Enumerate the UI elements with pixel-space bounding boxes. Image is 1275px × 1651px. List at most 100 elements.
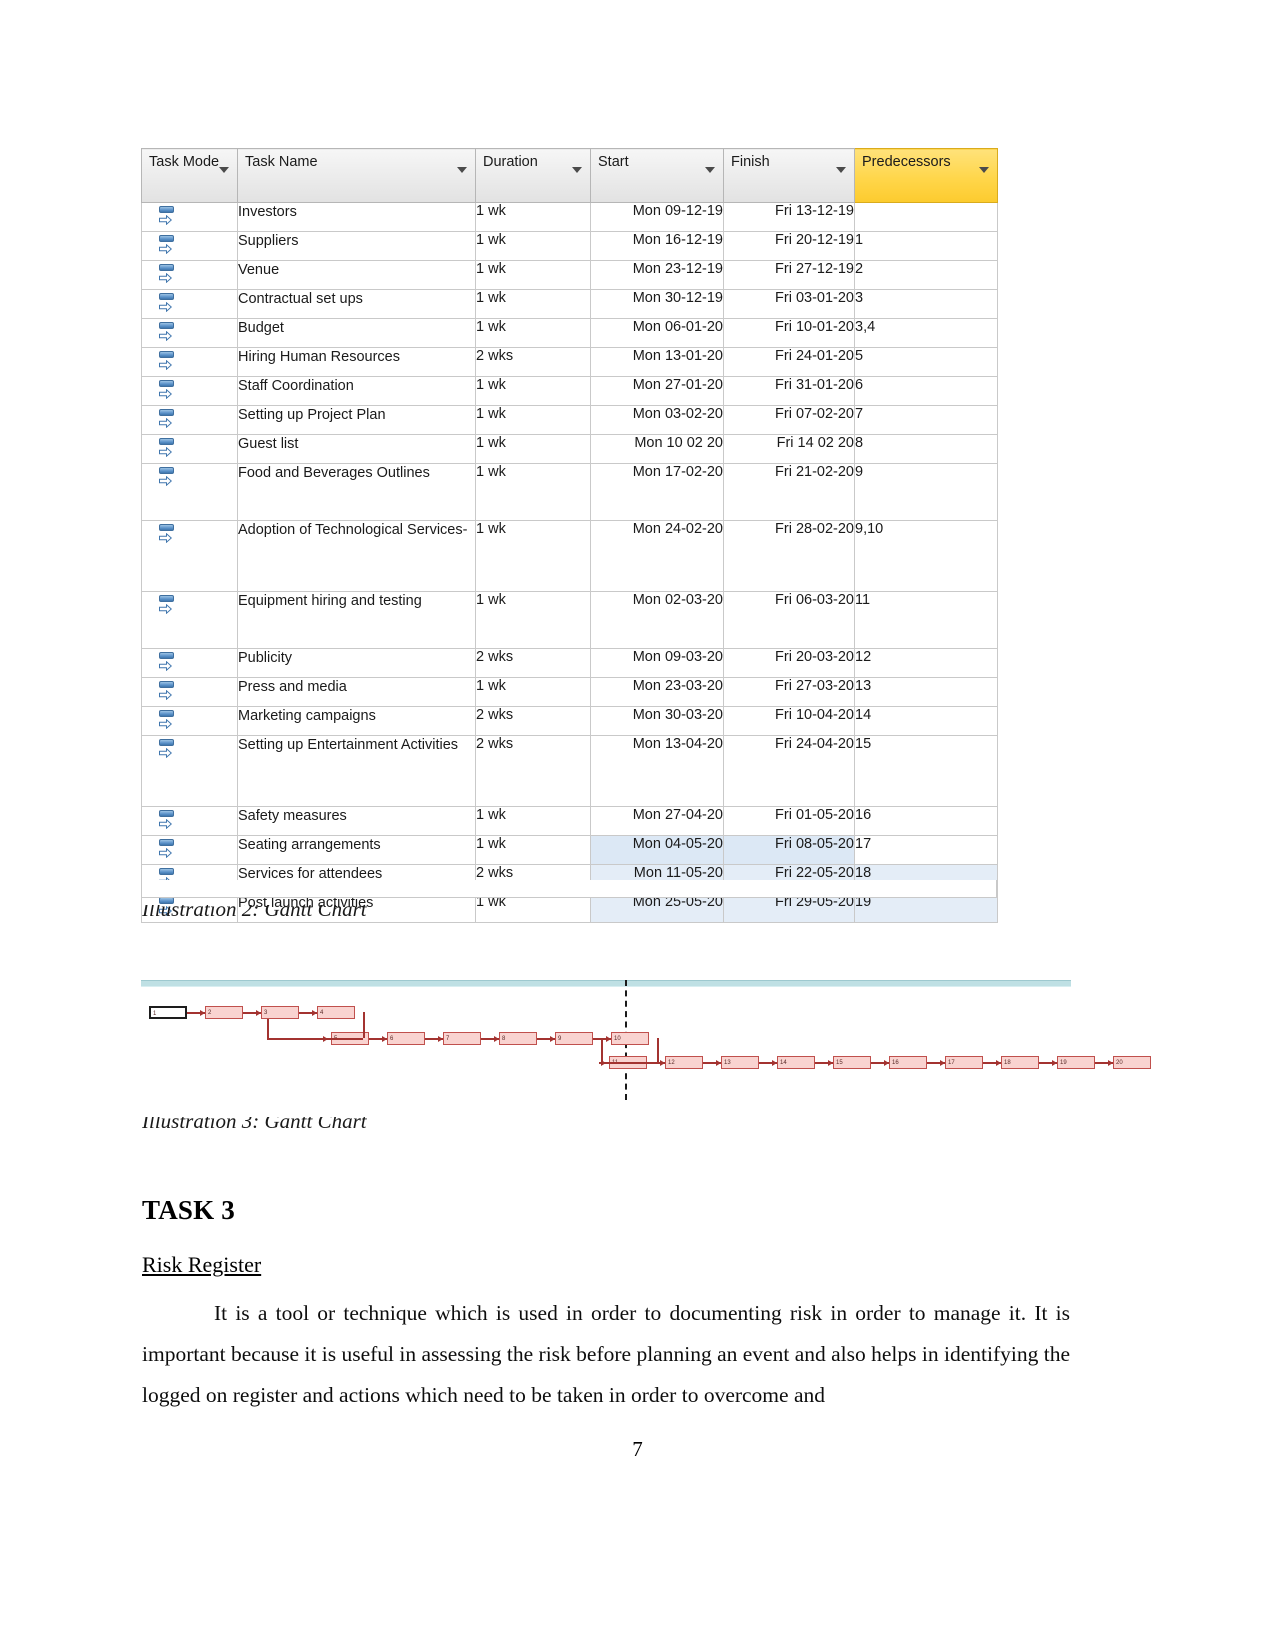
table-row[interactable]: Publicity 2 wks Mon 09-03-20 Fri 20-03-20 12 xyxy=(141,648,998,678)
cell-duration[interactable]: 1 wk xyxy=(475,289,591,319)
cell-predecessors[interactable] xyxy=(854,202,998,232)
cell-predecessors[interactable]: 3 xyxy=(854,289,998,319)
network-node[interactable]: 14 xyxy=(777,1056,815,1069)
cell-predecessors[interactable]: 2 xyxy=(854,260,998,290)
cell-predecessors[interactable]: 13 xyxy=(854,677,998,707)
chevron-down-icon[interactable] xyxy=(572,167,582,173)
network-node[interactable]: 20 xyxy=(1113,1056,1151,1069)
cell-start-date[interactable]: Mon 30-12-19 xyxy=(590,289,724,319)
cell-finish-date[interactable]: Fri 06-03-20 xyxy=(723,591,855,649)
column-header-finish[interactable]: Finish xyxy=(723,148,855,203)
table-row[interactable]: Budget 1 wk Mon 06-01-20 Fri 10-01-20 3,4 xyxy=(141,318,998,348)
cell-duration[interactable]: 1 wk xyxy=(475,520,591,592)
table-row[interactable]: Guest list 1 wk Mon 10 02 20 Fri 14 02 20 8 xyxy=(141,434,998,464)
cell-task-mode[interactable] xyxy=(141,347,238,377)
cell-predecessors[interactable]: 17 xyxy=(854,835,998,865)
cell-task-mode[interactable] xyxy=(141,591,238,649)
network-node[interactable]: 3 xyxy=(261,1006,299,1019)
cell-finish-date[interactable]: Fri 07-02-20 xyxy=(723,405,855,435)
cell-task-name[interactable]: Suppliers xyxy=(237,231,476,261)
table-row[interactable]: Equipment hiring and testing 1 wk Mon 02-0… xyxy=(141,591,998,649)
column-header-predecessors[interactable]: Predecessors xyxy=(854,148,998,203)
cell-finish-date[interactable]: Fri 31-01-20 xyxy=(723,376,855,406)
cell-task-mode[interactable] xyxy=(141,231,238,261)
cell-finish-date[interactable]: Fri 03-01-20 xyxy=(723,289,855,319)
table-row[interactable]: Seating arrangements 1 wk Mon 04-05-20 Fri … xyxy=(141,835,998,865)
cell-finish-date[interactable]: Fri 24-01-20 xyxy=(723,347,855,377)
network-node[interactable]: 17 xyxy=(945,1056,983,1069)
cell-task-mode[interactable] xyxy=(141,835,238,865)
cell-duration[interactable]: 1 wk xyxy=(475,463,591,521)
cell-start-date[interactable]: Mon 09-03-20 xyxy=(590,648,724,678)
cell-predecessors[interactable]: 9 xyxy=(854,463,998,521)
column-header-task-name[interactable]: Task Name xyxy=(237,148,476,203)
cell-task-mode[interactable] xyxy=(141,289,238,319)
cell-start-date[interactable]: Mon 03-02-20 xyxy=(590,405,724,435)
chevron-down-icon[interactable] xyxy=(705,167,715,173)
cell-start-date[interactable]: Mon 02-03-20 xyxy=(590,591,724,649)
cell-task-name[interactable]: Setting up Project Plan xyxy=(237,405,476,435)
cell-start-date[interactable]: Mon 27-01-20 xyxy=(590,376,724,406)
cell-task-mode[interactable] xyxy=(141,677,238,707)
cell-finish-date[interactable]: Fri 24-04-20 xyxy=(723,735,855,807)
cell-finish-date[interactable]: Fri 20-12-19 xyxy=(723,231,855,261)
table-row[interactable]: Hiring Human Resources 2 wks Mon 13-01-20 F… xyxy=(141,347,998,377)
table-row[interactable]: Setting up Entertainment Activities 2 wks… xyxy=(141,735,998,807)
cell-task-mode[interactable] xyxy=(141,376,238,406)
network-node[interactable]: 12 xyxy=(665,1056,703,1069)
cell-finish-date[interactable]: Fri 28-02-20 xyxy=(723,520,855,592)
cell-duration[interactable]: 1 wk xyxy=(475,231,591,261)
cell-task-name[interactable]: Contractual set ups xyxy=(237,289,476,319)
cell-task-name[interactable]: Adoption of Technological Services- xyxy=(237,520,476,592)
cell-task-mode[interactable] xyxy=(141,434,238,464)
cell-finish-date[interactable]: Fri 08-05-20 xyxy=(723,835,855,865)
cell-duration[interactable]: 2 wks xyxy=(475,735,591,807)
cell-finish-date[interactable]: Fri 10-01-20 xyxy=(723,318,855,348)
table-row[interactable]: Press and media 1 wk Mon 23-03-20 Fri 27-03… xyxy=(141,677,998,707)
cell-finish-date[interactable]: Fri 10-04-20 xyxy=(723,706,855,736)
network-node[interactable]: 19 xyxy=(1057,1056,1095,1069)
network-node[interactable]: 18 xyxy=(1001,1056,1039,1069)
cell-task-mode[interactable] xyxy=(141,706,238,736)
cell-predecessors[interactable]: 15 xyxy=(854,735,998,807)
cell-task-mode[interactable] xyxy=(141,648,238,678)
cell-start-date[interactable]: Mon 10 02 20 xyxy=(590,434,724,464)
cell-task-name[interactable]: Equipment hiring and testing xyxy=(237,591,476,649)
cell-task-name[interactable]: Press and media xyxy=(237,677,476,707)
cell-task-mode[interactable] xyxy=(141,260,238,290)
cell-start-date[interactable]: Mon 04-05-20 xyxy=(590,835,724,865)
table-row[interactable]: Investors 1 wk Mon 09-12-19 Fri 13-12-19 xyxy=(141,202,998,232)
cell-predecessors[interactable]: 16 xyxy=(854,806,998,836)
cell-predecessors[interactable]: 12 xyxy=(854,648,998,678)
table-row[interactable]: Venue 1 wk Mon 23-12-19 Fri 27-12-19 2 xyxy=(141,260,998,290)
network-node[interactable]: 6 xyxy=(387,1032,425,1045)
cell-task-name[interactable]: Guest list xyxy=(237,434,476,464)
chevron-down-icon[interactable] xyxy=(457,167,467,173)
table-row[interactable]: Adoption of Technological Services- 1 wk M… xyxy=(141,520,998,592)
network-node[interactable]: 13 xyxy=(721,1056,759,1069)
table-row[interactable]: Marketing campaigns 2 wks Mon 30-03-20 Fri … xyxy=(141,706,998,736)
cell-start-date[interactable]: Mon 06-01-20 xyxy=(590,318,724,348)
chevron-down-icon[interactable] xyxy=(219,167,229,173)
table-row[interactable]: Setting up Project Plan 1 wk Mon 03-02-20 F… xyxy=(141,405,998,435)
cell-duration[interactable]: 1 wk xyxy=(475,376,591,406)
cell-task-mode[interactable] xyxy=(141,806,238,836)
cell-duration[interactable]: 1 wk xyxy=(475,260,591,290)
network-node[interactable]: 9 xyxy=(555,1032,593,1045)
cell-task-name[interactable]: Food and Beverages Outlines xyxy=(237,463,476,521)
chevron-down-icon[interactable] xyxy=(836,167,846,173)
cell-start-date[interactable]: Mon 30-03-20 xyxy=(590,706,724,736)
cell-predecessors[interactable]: 6 xyxy=(854,376,998,406)
table-row[interactable]: Safety measures 1 wk Mon 27-04-20 Fri 01-05… xyxy=(141,806,998,836)
cell-predecessors[interactable]: 9,10 xyxy=(854,520,998,592)
cell-finish-date[interactable]: Fri 01-05-20 xyxy=(723,806,855,836)
cell-predecessors[interactable]: 1 xyxy=(854,231,998,261)
cell-predecessors[interactable]: 8 xyxy=(854,434,998,464)
cell-start-date[interactable]: Mon 27-04-20 xyxy=(590,806,724,836)
cell-duration[interactable]: 1 wk xyxy=(475,806,591,836)
cell-predecessors[interactable]: 5 xyxy=(854,347,998,377)
cell-task-name[interactable]: Publicity xyxy=(237,648,476,678)
cell-start-date[interactable]: Mon 24-02-20 xyxy=(590,520,724,592)
network-node[interactable]: 1 xyxy=(149,1006,187,1019)
cell-predecessors[interactable]: 7 xyxy=(854,405,998,435)
